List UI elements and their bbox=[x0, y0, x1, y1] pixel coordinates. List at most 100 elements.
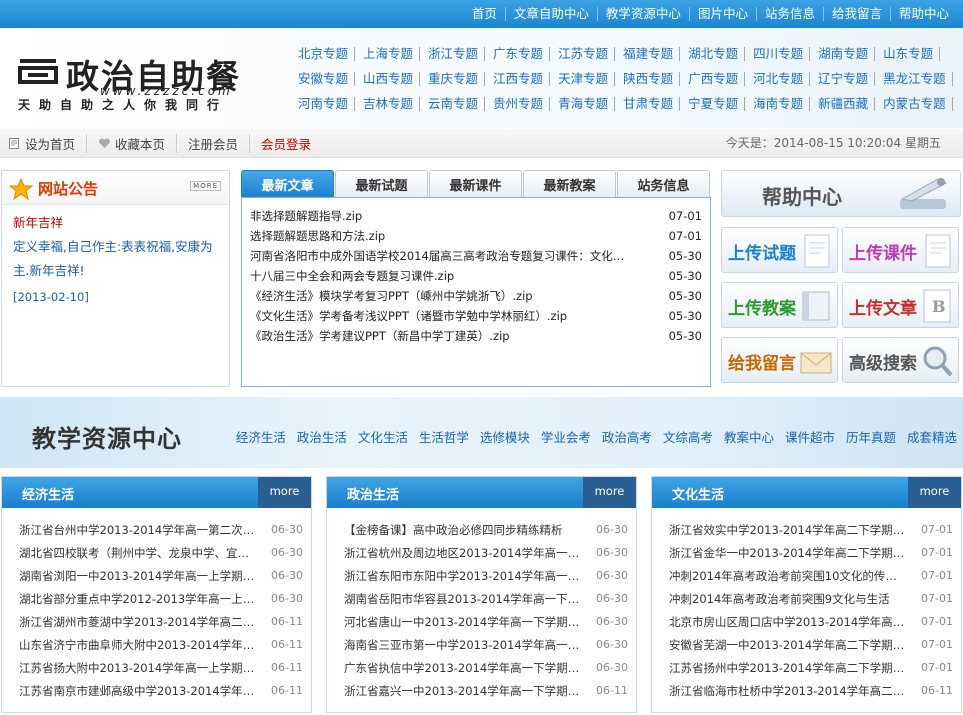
item-title[interactable]: 湖北省四校联考（荆州中学、龙泉中学、宜昌一中） bbox=[19, 545, 255, 561]
list-item[interactable]: 海南省三亚市第一中学2013-2014学年高一下学期 06-30 bbox=[344, 633, 628, 656]
upload-lesson-plan-button[interactable]: 上传教案 bbox=[721, 282, 838, 328]
item-title[interactable]: 安徽省芜湖一中2013-2014学年高二下学期期中考试 bbox=[669, 637, 905, 653]
region-link[interactable]: 甘肃专题 bbox=[621, 96, 681, 111]
region-link[interactable]: 安徽专题 bbox=[296, 71, 356, 86]
set-home-link[interactable]: 设为首页 bbox=[8, 134, 86, 153]
announcement-item-text[interactable]: 定义幸福,自己作主:表表祝福,安康为主.新年吉祥! bbox=[13, 235, 218, 283]
advanced-search-button[interactable]: 高级搜索 bbox=[842, 337, 959, 383]
nav-resource-center[interactable]: 教学资源中心 bbox=[596, 7, 689, 21]
list-item[interactable]: 【金榜备课】高中政治必修四同步精练精析 06-30 bbox=[344, 518, 628, 541]
region-link[interactable]: 河南专题 bbox=[296, 96, 356, 111]
list-item[interactable]: 河北省唐山一中2013-2014学年高一下学期期中考试 06-30 bbox=[344, 610, 628, 633]
region-link[interactable]: 黑龙江专题 bbox=[881, 71, 953, 86]
resource-link[interactable]: 经济生活 bbox=[236, 427, 286, 446]
item-title[interactable]: 浙江省湖州市菱湖中学2013-2014学年高二下学期 bbox=[19, 614, 255, 630]
tab-latest-plans[interactable]: 最新教案 bbox=[523, 170, 616, 198]
list-item[interactable]: 浙江省嘉兴一中2013-2014学年高一下学期期中考试 06-11 bbox=[344, 679, 628, 702]
article-title[interactable]: 非选择题解题指导.zip bbox=[250, 208, 630, 224]
leave-message-button[interactable]: 给我留言 bbox=[721, 337, 838, 383]
region-link[interactable]: 福建专题 bbox=[621, 46, 681, 61]
upload-test-button[interactable]: 上传试题 bbox=[721, 227, 838, 273]
nav-leave-message[interactable]: 给我留言 bbox=[822, 7, 890, 21]
register-link[interactable]: 注册会员 bbox=[176, 134, 249, 153]
item-title[interactable]: 浙江省临海市杜桥中学2013-2014学年高二下学期 bbox=[669, 683, 905, 699]
item-title[interactable]: 北京市房山区周口店中学2013-2014学年高二下学期 bbox=[669, 614, 905, 630]
article-title[interactable]: 十八届三中全会和两会专题复习课件.zip bbox=[250, 268, 630, 284]
item-title[interactable]: 海南省三亚市第一中学2013-2014学年高一下学期 bbox=[344, 637, 580, 653]
column-more-button[interactable]: more bbox=[908, 477, 961, 508]
item-title[interactable]: 浙江省杭州及周边地区2013-2014学年高一下学期 bbox=[344, 545, 580, 561]
article-title[interactable]: 选择题解题思路和方法.zip bbox=[250, 228, 630, 244]
item-title[interactable]: 河北省唐山一中2013-2014学年高一下学期期中考试 bbox=[344, 614, 580, 630]
item-title[interactable]: 浙江省金华一中2013-2014学年高二下学期期中考试 bbox=[669, 545, 905, 561]
region-link[interactable]: 上海专题 bbox=[361, 46, 421, 61]
upload-courseware-button[interactable]: 上传课件 bbox=[842, 227, 959, 273]
resource-link[interactable]: 教案中心 bbox=[724, 427, 774, 446]
login-link[interactable]: 会员登录 bbox=[249, 134, 322, 153]
region-link[interactable]: 云南专题 bbox=[426, 96, 486, 111]
region-link[interactable]: 重庆专题 bbox=[426, 71, 486, 86]
list-item[interactable]: 《经济生活》模块学考复习PPT（嵊州中学姚浙飞）.zip 05-30 bbox=[250, 286, 702, 306]
resource-link[interactable]: 政治生活 bbox=[297, 427, 347, 446]
list-item[interactable]: 浙江省杭州及周边地区2013-2014学年高一下学期 06-30 bbox=[344, 541, 628, 564]
list-item[interactable]: 河南省洛阳市中成外国语学校2014届高三高考政治专题复习课件：文化生活.ppt 0… bbox=[250, 246, 702, 266]
list-item[interactable]: 安徽省芜湖一中2013-2014学年高二下学期期中考试 07-01 bbox=[669, 633, 953, 656]
resource-link[interactable]: 生活哲学 bbox=[419, 427, 469, 446]
list-item[interactable]: 北京市房山区周口店中学2013-2014学年高二下学期 07-01 bbox=[669, 610, 953, 633]
article-title[interactable]: 河南省洛阳市中成外国语学校2014届高三高考政治专题复习课件：文化生活.ppt bbox=[250, 248, 630, 264]
list-item[interactable]: 湖北省四校联考（荆州中学、龙泉中学、宜昌一中） 06-30 bbox=[19, 541, 303, 564]
region-link[interactable]: 吉林专题 bbox=[361, 96, 421, 111]
list-item[interactable]: 非选择题解题指导.zip 07-01 bbox=[250, 206, 702, 226]
item-title[interactable]: 浙江省东阳市东阳中学2013-2014学年高一下学期 bbox=[344, 568, 580, 584]
list-item[interactable]: 选择题解题思路和方法.zip 07-01 bbox=[250, 226, 702, 246]
region-link[interactable]: 河北专题 bbox=[751, 71, 811, 86]
region-link[interactable]: 广西专题 bbox=[686, 71, 746, 86]
region-link[interactable]: 湖南专题 bbox=[816, 46, 876, 61]
list-item[interactable]: 江苏省扬州中学2013-2014学年高二下学期4月月考 07-01 bbox=[669, 656, 953, 679]
list-item[interactable]: 浙江省湖州市菱湖中学2013-2014学年高二下学期 06-11 bbox=[19, 610, 303, 633]
region-link[interactable]: 海南专题 bbox=[751, 96, 811, 111]
list-item[interactable]: 浙江省效实中学2013-2014学年高二下学期期中考试 07-01 bbox=[669, 518, 953, 541]
item-title[interactable]: 湖北省部分重点中学2012-2013学年高一上学期期末 bbox=[19, 591, 255, 607]
item-title[interactable]: 山东省济宁市曲阜师大附中2013-2014学年高一上学期 bbox=[19, 637, 255, 653]
resource-link[interactable]: 政治高考 bbox=[602, 427, 652, 446]
resource-link[interactable]: 选修模块 bbox=[480, 427, 530, 446]
list-item[interactable]: 浙江省东阳市东阳中学2013-2014学年高一下学期 06-30 bbox=[344, 564, 628, 587]
resource-link[interactable]: 课件超市 bbox=[785, 427, 835, 446]
region-link[interactable]: 陕西专题 bbox=[621, 71, 681, 86]
article-title[interactable]: 《文化生活》学考备考浅议PPT（诸暨市学勉中学林丽红）.zip bbox=[250, 308, 630, 324]
region-link[interactable]: 江苏专题 bbox=[556, 46, 616, 61]
announcement-item-title[interactable]: 新年吉祥 bbox=[13, 211, 218, 235]
item-title[interactable]: 浙江省嘉兴一中2013-2014学年高一下学期期中考试 bbox=[344, 683, 580, 699]
column-more-button[interactable]: more bbox=[583, 477, 636, 508]
region-link[interactable]: 宁夏专题 bbox=[686, 96, 746, 111]
item-title[interactable]: 浙江省效实中学2013-2014学年高二下学期期中考试 bbox=[669, 522, 905, 538]
resource-link[interactable]: 文综高考 bbox=[663, 427, 713, 446]
item-title[interactable]: 江苏省扬大附中2013-2014学年高一上学期期中考试 bbox=[19, 660, 255, 676]
tab-site-info[interactable]: 站务信息 bbox=[617, 170, 710, 198]
item-title[interactable]: 浙江省台州中学2013-2014学年高一第二次统练政治试题 bbox=[19, 522, 255, 538]
resource-link[interactable]: 文化生活 bbox=[358, 427, 408, 446]
help-center-button[interactable]: 帮助中心 bbox=[721, 170, 961, 217]
list-item[interactable]: 浙江省台州中学2013-2014学年高一第二次统练政治试题 06-30 bbox=[19, 518, 303, 541]
list-item[interactable]: 江苏省扬大附中2013-2014学年高一上学期期中考试 06-11 bbox=[19, 656, 303, 679]
item-title[interactable]: 冲刺2014年高考政治考前突围10文化的传承与创新 bbox=[669, 568, 905, 584]
article-title[interactable]: 《经济生活》模块学考复习PPT（嵊州中学姚浙飞）.zip bbox=[250, 288, 630, 304]
list-item[interactable]: 冲刺2014年高考政治考前突围10文化的传承与创新 07-01 bbox=[669, 564, 953, 587]
resource-link[interactable]: 成套精选 bbox=[907, 427, 957, 446]
region-link[interactable]: 江西专题 bbox=[491, 71, 551, 86]
region-link[interactable]: 四川专题 bbox=[751, 46, 811, 61]
list-item[interactable]: 《政治生活》学考建议PPT（新昌中学丁建英）.zip 05-30 bbox=[250, 326, 702, 346]
nav-article-center[interactable]: 文章自助中心 bbox=[504, 7, 597, 21]
announcement-more-button[interactable]: MORE bbox=[190, 181, 221, 191]
item-title[interactable]: 江苏省扬州中学2013-2014学年高二下学期4月月考 bbox=[669, 660, 905, 676]
item-title[interactable]: 湖南省岳阳市华容县2013-2014学年高一下学期 bbox=[344, 591, 580, 607]
region-link[interactable]: 青海专题 bbox=[556, 96, 616, 111]
tab-latest-tests[interactable]: 最新试题 bbox=[335, 170, 428, 198]
list-item[interactable]: 湖南省浏阳一中2013-2014学年高一上学期期中考试 06-30 bbox=[19, 564, 303, 587]
list-item[interactable]: 湖北省部分重点中学2012-2013学年高一上学期期末 06-30 bbox=[19, 587, 303, 610]
region-link[interactable]: 天津专题 bbox=[556, 71, 616, 86]
nav-site-info[interactable]: 站务信息 bbox=[755, 7, 823, 21]
list-item[interactable]: 湖南省岳阳市华容县2013-2014学年高一下学期 06-30 bbox=[344, 587, 628, 610]
item-title[interactable]: 【金榜备课】高中政治必修四同步精练精析 bbox=[344, 522, 580, 538]
